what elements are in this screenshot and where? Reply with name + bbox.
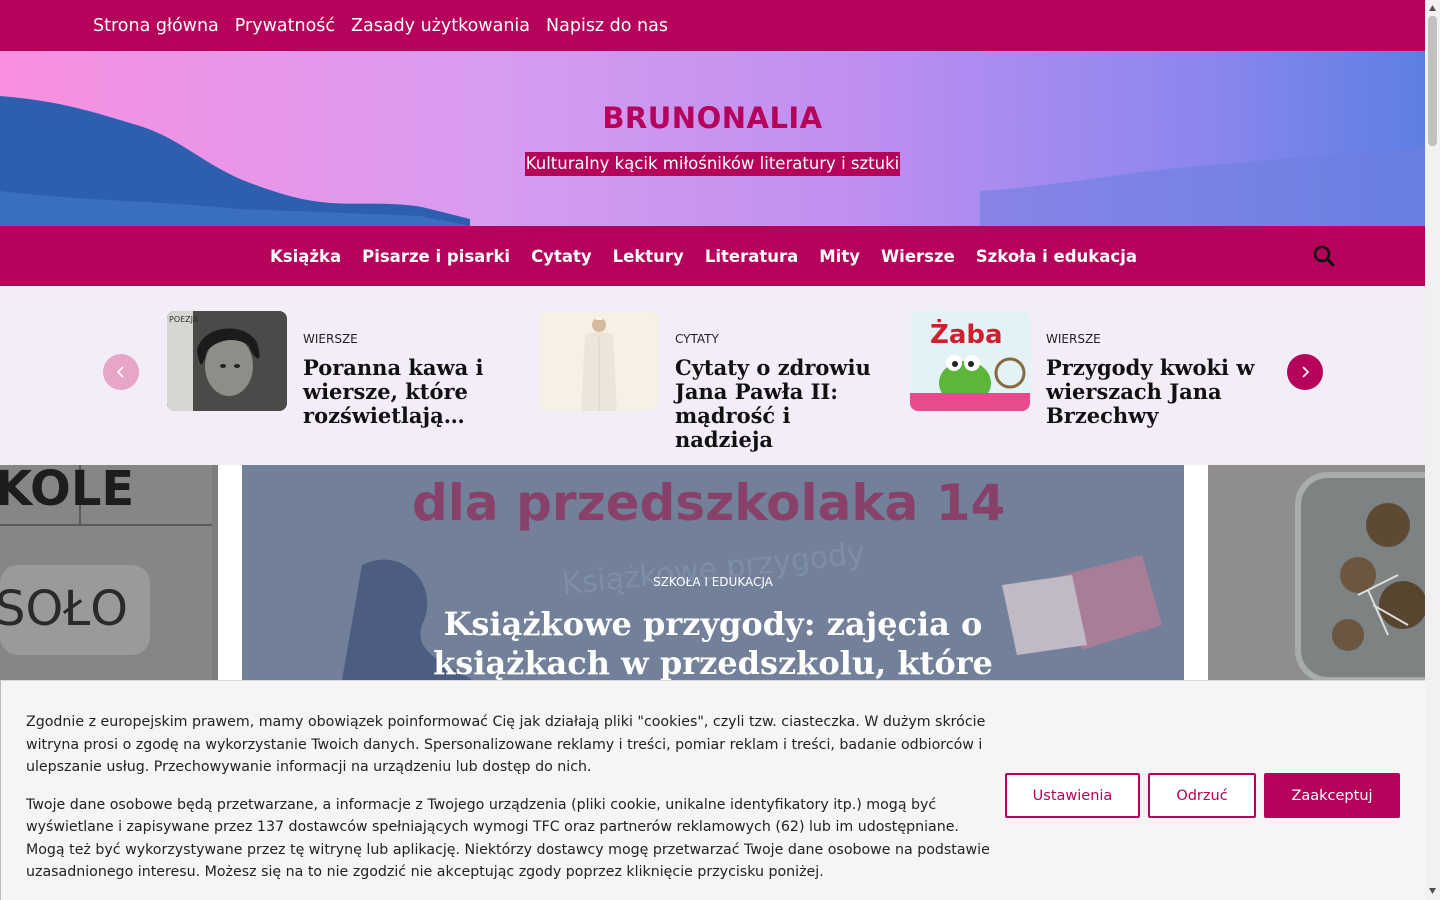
nav-item-wiersze[interactable]: Wiersze	[881, 247, 955, 266]
cookie-accept-button[interactable]: Zaakceptuj	[1264, 773, 1400, 818]
scroll-down-icon[interactable]	[1428, 886, 1437, 896]
card-title[interactable]: Przygody kwoki w wierszach Jana Brzechwy	[1046, 356, 1264, 428]
cookie-reject-button[interactable]: Odrzuć	[1148, 773, 1256, 818]
top-navigation: Strona główna Prywatność Zasady użytkowa…	[93, 0, 668, 51]
hero-slide-prev[interactable]: KOLE SOŁO	[0, 465, 218, 680]
hero-slide-main[interactable]: dla przedszkolaka 14 Książkowe przygody …	[242, 465, 1184, 680]
nav-item-cytaty[interactable]: Cytaty	[531, 247, 592, 266]
slider-prev-button[interactable]	[103, 354, 139, 390]
top-nav-contact[interactable]: Napisz do nas	[546, 16, 668, 36]
site-title[interactable]: BRUNONALIA	[0, 101, 1425, 135]
nav-item-ksiazka[interactable]: Książka	[270, 247, 341, 266]
card-thumbnail[interactable]: Żaba	[910, 311, 1030, 411]
top-nav-privacy[interactable]: Prywatność	[235, 16, 335, 36]
hero-left-text: KOLE	[0, 465, 134, 517]
cookie-paragraph: Zgodnie z europejskim prawem, mamy obowi…	[26, 714, 986, 775]
cookie-text: Zgodnie z europejskim prawem, mamy obowi…	[26, 711, 996, 884]
cookie-settings-button[interactable]: Ustawienia	[1005, 773, 1140, 818]
card-title[interactable]: Poranna kawa i wiersze, które rozświetla…	[303, 356, 521, 428]
cookie-paragraph: Twoje dane osobowe będą przetwarzane, a …	[26, 796, 990, 881]
top-nav-terms[interactable]: Zasady użytkowania	[351, 16, 530, 36]
slider-next-button[interactable]	[1287, 354, 1323, 390]
card-thumbnail[interactable]	[539, 311, 659, 411]
hero-category[interactable]: SZKOŁA I EDUKACJA	[242, 575, 1184, 589]
main-navigation: Książka Pisarze i pisarki Cytaty Lektury…	[0, 226, 1425, 286]
site-tagline: Kulturalny kącik miłośników literatury i…	[524, 152, 901, 176]
scroll-up-icon[interactable]	[1428, 3, 1437, 13]
thumb-label: Żaba	[930, 318, 1003, 350]
featured-slider: POEZJA WIERSZE Poranna kawa i wiersze, k…	[0, 286, 1425, 465]
chevron-right-icon	[1302, 366, 1310, 378]
nav-item-lektury[interactable]: Lektury	[613, 247, 684, 266]
card-title[interactable]: Cytaty o zdrowiu Jana Pawła II: mądrość …	[675, 356, 893, 452]
page-scrollbar[interactable]	[1425, 0, 1440, 900]
hero-title[interactable]: Książkowe przygody: zajęcia o książkach …	[392, 605, 1034, 680]
scrollbar-thumb[interactable]	[1428, 16, 1437, 146]
card-thumbnail[interactable]: POEZJA	[167, 311, 287, 411]
nav-item-szkola[interactable]: Szkoła i edukacja	[976, 247, 1137, 266]
nav-item-literatura[interactable]: Literatura	[705, 247, 798, 266]
top-nav-home[interactable]: Strona główna	[93, 16, 219, 36]
hero-left-text: SOŁO	[0, 581, 128, 637]
hero-slide-next[interactable]	[1208, 465, 1425, 680]
card-category[interactable]: CYTATY	[675, 332, 719, 346]
card-category[interactable]: WIERSZE	[303, 332, 358, 346]
mountain-background	[0, 96, 1425, 226]
nav-item-pisarze[interactable]: Pisarze i pisarki	[362, 247, 510, 266]
top-bar: Strona główna Prywatność Zasady użytkowa…	[0, 0, 1425, 51]
thumb-label: POEZJA	[169, 315, 199, 324]
nav-item-mity[interactable]: Mity	[819, 247, 860, 266]
card-category[interactable]: WIERSZE	[1046, 332, 1101, 346]
search-icon[interactable]	[1312, 244, 1336, 268]
chevron-left-icon	[116, 366, 124, 378]
site-header: BRUNONALIA Kulturalny kącik miłośników l…	[0, 51, 1425, 226]
